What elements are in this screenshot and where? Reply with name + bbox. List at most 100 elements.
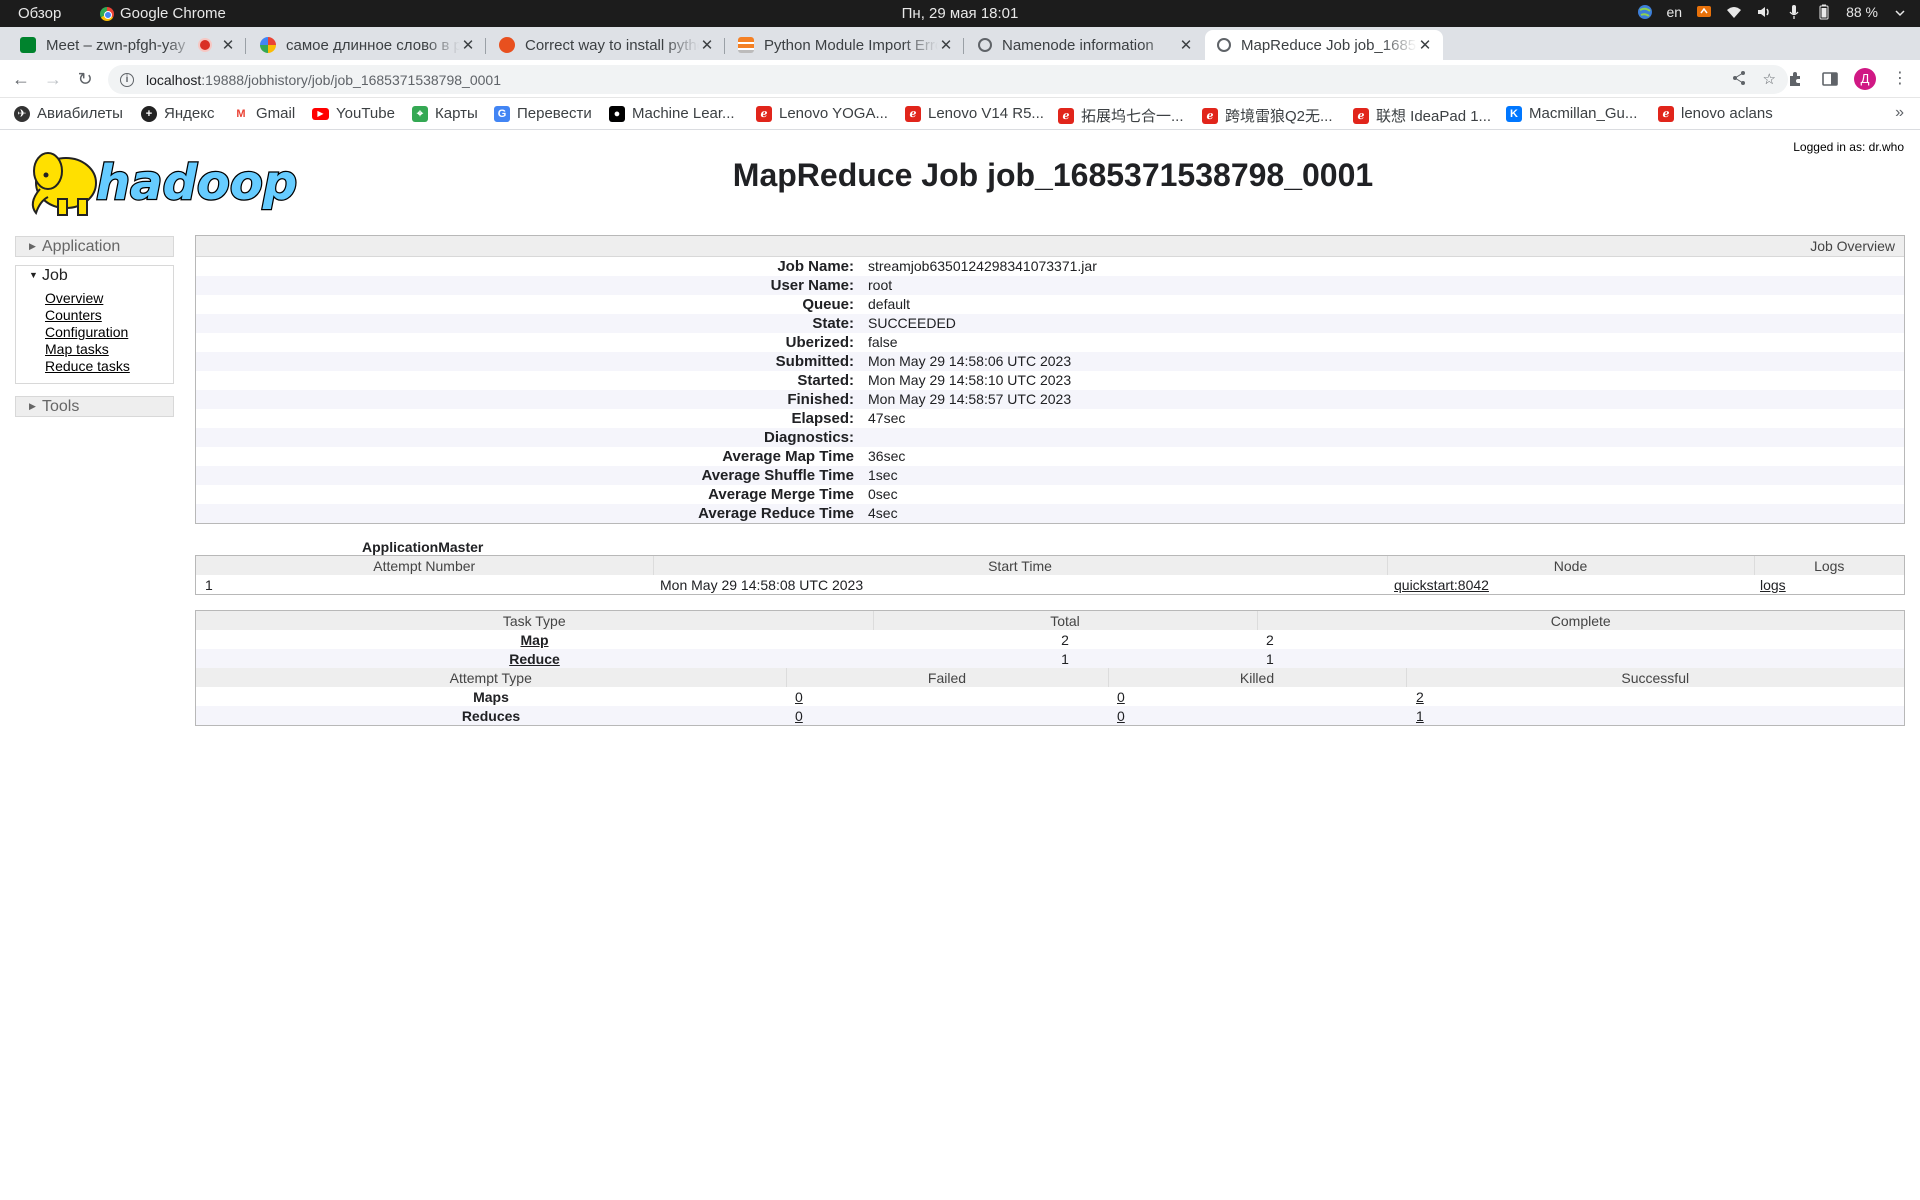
page-title: MapReduce Job job_1685371538798_0001 [732, 157, 1374, 193]
wifi-icon[interactable] [1726, 4, 1742, 20]
bookmark-item[interactable]: G Перевести [494, 105, 592, 122]
task-complete: 1 [1257, 649, 1904, 668]
tab-title: Python Module Import Error [764, 36, 938, 54]
extensions-icon[interactable] [1786, 69, 1806, 89]
successful-maps-link[interactable]: 2 [1416, 689, 1424, 705]
nav-link-counters[interactable]: Counters [45, 307, 173, 324]
tab-mapreduce-job[interactable]: MapReduce Job job_1685371538798_0001 ✕ [1205, 30, 1443, 60]
killed-maps-link[interactable]: 0 [1117, 689, 1125, 705]
reload-button[interactable]: ↻ [74, 68, 96, 90]
tab-namenode[interactable]: Namenode information ✕ [966, 30, 1204, 60]
nav-job[interactable]: ▼ Job [15, 265, 174, 286]
column-header[interactable]: Start Time [652, 556, 1387, 575]
tab-meet[interactable]: Meet – zwn-pfgh-yay ✕ [8, 30, 246, 60]
bookmark-item[interactable]: ℯ 跨境雷狼Q2无... [1202, 105, 1333, 126]
bookmark-item[interactable]: ✈ Авиабилеты [14, 105, 123, 122]
task-type-map-link[interactable]: Map [521, 632, 549, 648]
globe-icon[interactable] [1637, 4, 1653, 20]
tab-askubuntu[interactable]: Correct way to install python ✕ [487, 30, 725, 60]
overview-key: Average Map Time [722, 448, 854, 465]
app-menu[interactable]: Google Chrome [100, 5, 226, 22]
failed-reduces-link[interactable]: 0 [795, 708, 803, 724]
bookmark-item[interactable]: ▶ YouTube [312, 105, 395, 122]
killed-reduces-link[interactable]: 0 [1117, 708, 1125, 724]
column-header[interactable]: Killed [1107, 668, 1406, 687]
column-header[interactable]: Failed [785, 668, 1108, 687]
nav-label: Application [42, 238, 121, 255]
overview-key: Started: [797, 372, 854, 389]
back-button[interactable]: ← [10, 68, 32, 90]
language-indicator[interactable]: en [1667, 4, 1683, 20]
bookmark-item[interactable]: M Gmail [233, 105, 295, 122]
overview-value: 0sec [868, 486, 898, 502]
flights-icon: ✈ [14, 105, 30, 122]
bookmark-item[interactable]: ⌖ Карты [412, 105, 478, 122]
column-header[interactable]: Total [872, 611, 1257, 630]
column-header[interactable]: Logs [1753, 556, 1904, 575]
power-menu-icon[interactable] [1892, 4, 1908, 20]
bookmark-item[interactable]: ℯ Lenovo YOGA... [756, 105, 888, 122]
bookmark-item[interactable]: ℯ 拓展坞七合一... [1058, 105, 1184, 126]
column-header[interactable]: Node [1386, 556, 1754, 575]
address-bar[interactable]: i localhost:19888/jobhistory/job/job_168… [108, 65, 1788, 94]
expanded-arrow-icon: ▼ [29, 270, 38, 280]
close-icon[interactable]: ✕ [938, 36, 954, 54]
column-header[interactable]: Complete [1256, 611, 1904, 630]
aliexpress-icon: ℯ [905, 105, 921, 122]
overview-row: Diagnostics: [196, 428, 1904, 447]
bookmarks-bar: ✈ Авиабилеты + Яндекс M Gmail ▶ YouTube ⌖ Кар… [0, 98, 1920, 130]
volume-icon[interactable] [1756, 4, 1772, 20]
activities-button[interactable]: Обзор [18, 5, 61, 22]
overview-key: Average Merge Time [708, 486, 854, 503]
overview-key: User Name: [770, 277, 854, 294]
close-icon[interactable]: ✕ [220, 36, 236, 54]
close-icon[interactable]: ✕ [460, 36, 476, 54]
overview-row: Submitted: Mon May 29 14:58:06 UTC 2023 [196, 352, 1904, 371]
system-tray[interactable]: en 88 % [1637, 4, 1909, 20]
task-type-reduce-link[interactable]: Reduce [509, 651, 560, 667]
bookmark-item[interactable]: ℯ 联想 IdeaPad 1... [1353, 105, 1491, 126]
bookmark-item[interactable]: K Macmillan_Gu... [1506, 105, 1637, 122]
column-header[interactable]: Attempt Type [196, 668, 786, 687]
tab-google-search[interactable]: самое длинное слово в русском ✕ [248, 30, 486, 60]
failed-maps-link[interactable]: 0 [795, 689, 803, 705]
bookmark-label: lenovo aclans [1681, 105, 1773, 122]
chrome-menu-icon[interactable]: ⋮ [1890, 69, 1910, 89]
overview-key: Average Shuffle Time [701, 467, 854, 484]
profile-avatar[interactable]: Д [1854, 68, 1876, 90]
close-icon[interactable]: ✕ [699, 36, 715, 54]
overview-value: 47sec [868, 410, 906, 426]
bookmark-item[interactable]: ℯ lenovo aclans [1658, 105, 1773, 122]
column-header[interactable]: Attempt Number [196, 556, 653, 575]
node-link[interactable]: quickstart:8042 [1394, 577, 1489, 593]
bookmark-item[interactable]: ℯ Lenovo V14 R5... [905, 105, 1044, 122]
nav-link-map-tasks[interactable]: Map tasks [45, 341, 173, 358]
bookmark-item[interactable]: ● Machine Lear... [609, 105, 735, 122]
side-panel-icon[interactable] [1820, 69, 1840, 89]
close-icon[interactable]: ✕ [1417, 36, 1433, 54]
nav-link-reduce-tasks[interactable]: Reduce tasks [45, 358, 173, 375]
more-bookmarks-icon[interactable]: » [1895, 104, 1904, 122]
site-info-icon[interactable]: i [120, 72, 134, 87]
share-icon[interactable] [1731, 70, 1747, 86]
nav-link-configuration[interactable]: Configuration [45, 324, 173, 341]
logs-link[interactable]: logs [1760, 577, 1786, 593]
forward-button[interactable]: → [42, 68, 64, 90]
screen-share-icon[interactable] [1696, 4, 1712, 20]
tab-stackoverflow[interactable]: Python Module Import Error ✕ [726, 30, 964, 60]
bookmark-star-icon[interactable]: ☆ [1763, 70, 1776, 88]
clock[interactable]: Пн, 29 мая 18:01 [0, 5, 1920, 22]
bookmark-item[interactable]: + Яндекс [141, 105, 214, 122]
nav-tools[interactable]: ▶ Tools [15, 396, 174, 417]
column-header[interactable]: Successful [1405, 668, 1904, 687]
column-header[interactable]: Task Type [196, 611, 873, 630]
microphone-icon[interactable] [1786, 4, 1802, 20]
collapsed-arrow-icon: ▶ [29, 241, 36, 251]
close-icon[interactable]: ✕ [1178, 36, 1194, 54]
aliexpress-icon: ℯ [1202, 107, 1218, 124]
overview-value: Mon May 29 14:58:06 UTC 2023 [868, 353, 1072, 369]
successful-reduces-link[interactable]: 1 [1416, 708, 1424, 724]
battery-icon[interactable] [1816, 4, 1832, 20]
nav-application[interactable]: ▶ Application [15, 236, 174, 257]
nav-link-overview[interactable]: Overview [45, 290, 173, 307]
